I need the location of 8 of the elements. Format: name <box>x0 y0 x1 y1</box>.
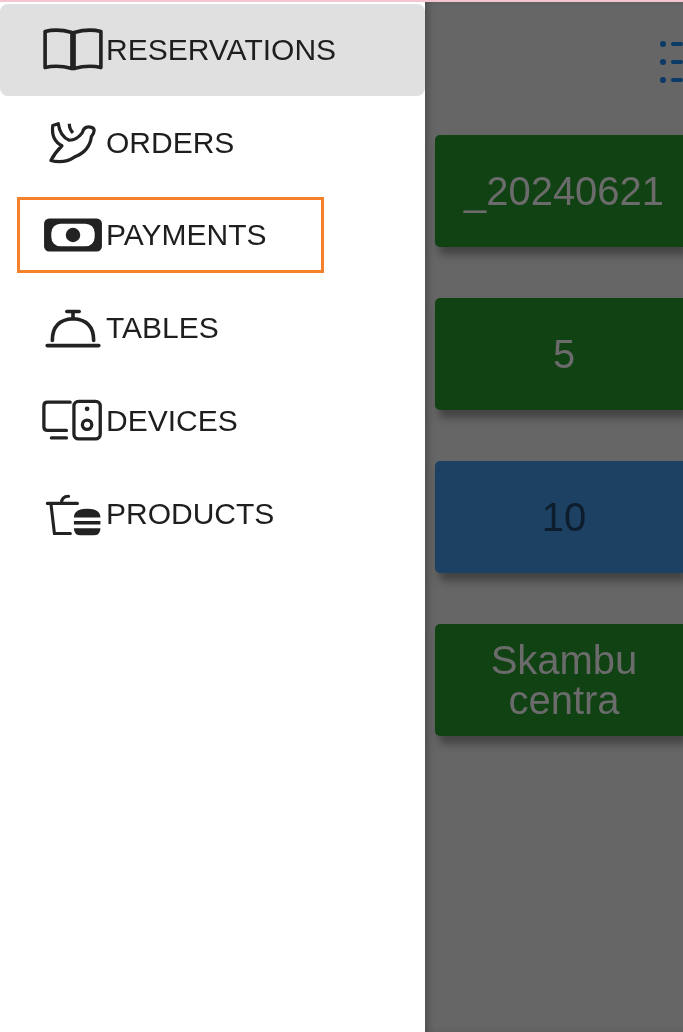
book-icon <box>42 27 104 73</box>
menu-item[interactable]: TABLES <box>0 282 425 374</box>
menu-item[interactable]: RESERVATIONS <box>0 4 425 96</box>
menu-item[interactable]: PAYMENTS <box>17 197 324 273</box>
menu-item[interactable]: DEVICES <box>0 375 425 467</box>
menu-item[interactable]: PRODUCTS <box>0 468 425 560</box>
drag-handle-icon[interactable] <box>659 40 683 84</box>
menu-item[interactable]: ORDERS <box>0 97 425 189</box>
